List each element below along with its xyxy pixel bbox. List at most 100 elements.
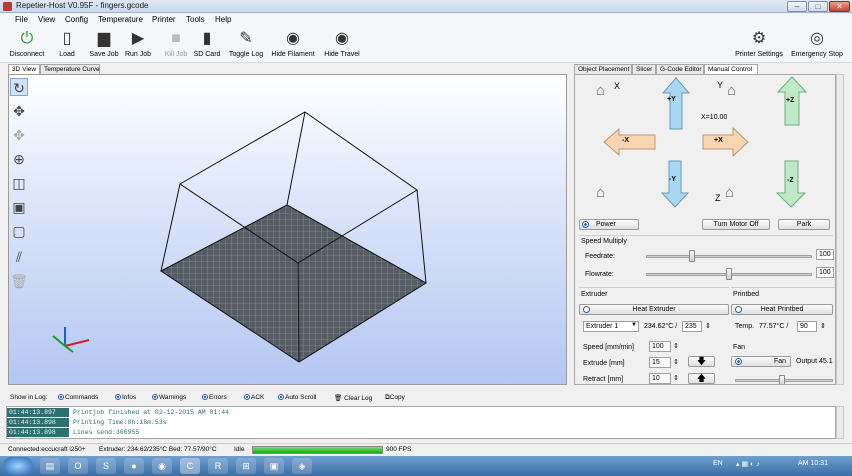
minimize-button[interactable]: –	[787, 1, 807, 12]
log-filter-errors[interactable]: Errors	[202, 394, 227, 401]
run-job-button[interactable]: ▶ Run Job	[122, 29, 154, 58]
clock[interactable]: AM 10:31	[798, 460, 828, 467]
jog-minus-x-label: -X	[622, 137, 629, 144]
hide-filament-button[interactable]: ◉ Hide Filament	[268, 29, 318, 58]
maximize-button[interactable]: □	[808, 1, 828, 12]
app-taskbar-icon[interactable]: ▣	[264, 458, 284, 474]
spinner-icon[interactable]: ⇕	[673, 342, 679, 350]
turn-motor-off-button[interactable]: Turn Motor Off	[702, 219, 770, 230]
explorer-taskbar-icon[interactable]: ▤	[40, 458, 60, 474]
zoom-icon[interactable]: ⊕	[10, 150, 28, 168]
app-taskbar-icon[interactable]: ◈	[292, 458, 312, 474]
radio-icon	[278, 394, 284, 400]
tab-slicer[interactable]: Slicer	[632, 64, 656, 74]
clear-log-button[interactable]: 🗑 Clear Log	[334, 394, 372, 402]
browser-taskbar-icon[interactable]: C	[180, 458, 200, 474]
retract-input[interactable]: 10	[649, 373, 671, 384]
front-view-icon[interactable]: ▣	[10, 198, 28, 216]
start-button[interactable]	[3, 457, 33, 475]
fps-readout: 900 FPS	[386, 446, 412, 453]
hide-travel-button[interactable]: ◉ Hide Travel	[320, 29, 364, 58]
app-taskbar-icon[interactable]: ⊞	[236, 458, 256, 474]
tab-manual-control[interactable]: Manual Control	[704, 64, 758, 74]
log-row: 01:44:13.897 Printjob finished at 02-12-2…	[7, 408, 230, 417]
chrome-taskbar-icon[interactable]: ◉	[152, 458, 172, 474]
speed-input[interactable]: 100	[649, 341, 671, 352]
spinner-icon[interactable]: ⇕	[673, 374, 679, 382]
load-button[interactable]: ▯ Load	[50, 29, 84, 58]
log-filter-warnings[interactable]: Warnings	[152, 394, 186, 401]
kill-job-button[interactable]: ■ Kill Job	[162, 29, 190, 58]
log-filter-infos[interactable]: Infos	[115, 394, 136, 401]
heat-printbed-button[interactable]: Heat Printbed	[731, 304, 833, 315]
toggle-log-button[interactable]: ✎ Toggle Log	[225, 29, 267, 58]
title-bar: Repetier-Host V0.95F - fingers.gcode – □…	[0, 0, 852, 13]
stop-icon: ■	[171, 30, 181, 47]
jog-minus-y-button[interactable]	[660, 160, 690, 208]
park-button[interactable]: Park	[778, 219, 830, 230]
tab-gcode-editor[interactable]: G-Code Editor	[656, 64, 704, 74]
disconnect-button[interactable]: ⏻ Disconnect	[8, 29, 46, 58]
move-object-icon[interactable]: ✥	[10, 126, 28, 144]
extruder-target-input[interactable]: 235	[682, 321, 702, 332]
manual-panel-scrollbar[interactable]	[836, 74, 844, 385]
spinner-icon[interactable]: ⇕	[705, 322, 711, 330]
retract-up-button[interactable]: 🡅	[688, 373, 715, 384]
3d-viewport[interactable]	[8, 74, 567, 385]
app-icon	[3, 2, 12, 11]
log-filter-commands[interactable]: Commands	[58, 394, 98, 401]
log-auto-scroll[interactable]: Auto Scroll	[278, 394, 316, 401]
tab-temperature-curve[interactable]: Temperature Curve	[40, 64, 100, 74]
menu-printer[interactable]: Printer	[152, 15, 176, 24]
printer-settings-button[interactable]: ⚙ Printer Settings	[732, 29, 786, 58]
top-view-icon[interactable]: ▢	[10, 222, 28, 240]
bed-target-input[interactable]: 90	[797, 321, 817, 332]
skype-taskbar-icon[interactable]: S	[96, 458, 116, 474]
move-icon[interactable]: ✥	[10, 102, 28, 120]
log-output[interactable]: 01:44:13.897 Printjob finished at 02-12-2…	[6, 406, 836, 439]
tray-icons[interactable]: ▴ ▦ ◐ ♪	[736, 460, 760, 468]
menu-temperature[interactable]: Temperature	[98, 15, 143, 24]
menu-view[interactable]: View	[38, 15, 55, 24]
radio-icon	[202, 394, 208, 400]
fan-slider-thumb[interactable]	[779, 375, 785, 384]
log-filter-ack[interactable]: ACK	[244, 394, 264, 401]
feedrate-slider[interactable]	[646, 255, 812, 258]
feedrate-slider-thumb[interactable]	[689, 250, 696, 262]
jog-plus-y-button[interactable]	[661, 77, 691, 130]
menu-file[interactable]: File	[15, 15, 28, 24]
parallel-view-icon[interactable]: ⫽	[10, 248, 28, 266]
repetier-taskbar-icon[interactable]: R	[208, 458, 228, 474]
menu-tools[interactable]: Tools	[186, 15, 205, 24]
save-job-button[interactable]: ▆ Save Job	[88, 29, 120, 58]
jog-minus-z-button[interactable]	[775, 160, 807, 208]
save-icon: ▆	[97, 30, 111, 47]
spinner-icon[interactable]: ⇕	[673, 358, 679, 366]
extrude-input[interactable]: 15	[649, 357, 671, 368]
extrude-down-button[interactable]: 🡇	[688, 356, 715, 367]
rotate-icon[interactable]: ↻	[10, 78, 28, 96]
trash-icon[interactable]: 🗑	[10, 272, 28, 290]
iso-view-icon[interactable]: ◫	[10, 174, 28, 192]
close-button[interactable]: ✕	[829, 1, 850, 12]
heat-extruder-button[interactable]: Heat Extruder	[579, 304, 729, 315]
jog-plus-x-button[interactable]	[702, 126, 749, 158]
sd-card-button[interactable]: ▮ SD Card	[192, 29, 222, 58]
emergency-stop-icon: ◎	[810, 30, 824, 47]
feedrate-input[interactable]: 100	[816, 249, 834, 260]
menu-help[interactable]: Help	[215, 15, 231, 24]
log-scrollbar[interactable]	[836, 406, 844, 439]
heat-extruder-indicator	[583, 306, 590, 313]
language-indicator[interactable]: EN	[713, 460, 723, 467]
tab-3d-view[interactable]: 3D View	[8, 64, 40, 74]
firefox-taskbar-icon[interactable]: ●	[124, 458, 144, 474]
spinner-icon[interactable]: ⇕	[820, 322, 826, 330]
menu-config[interactable]: Config	[65, 15, 88, 24]
emergency-stop-button[interactable]: ◎ Emergency Stop	[788, 29, 846, 58]
copy-log-button[interactable]: ⧉Copy	[385, 394, 405, 402]
flowrate-slider-thumb[interactable]	[726, 268, 732, 280]
jog-minus-x-button[interactable]	[603, 127, 656, 157]
flowrate-input[interactable]: 100	[816, 267, 834, 278]
tab-object-placement[interactable]: Object Placement	[574, 64, 632, 74]
opera-taskbar-icon[interactable]: O	[68, 458, 88, 474]
